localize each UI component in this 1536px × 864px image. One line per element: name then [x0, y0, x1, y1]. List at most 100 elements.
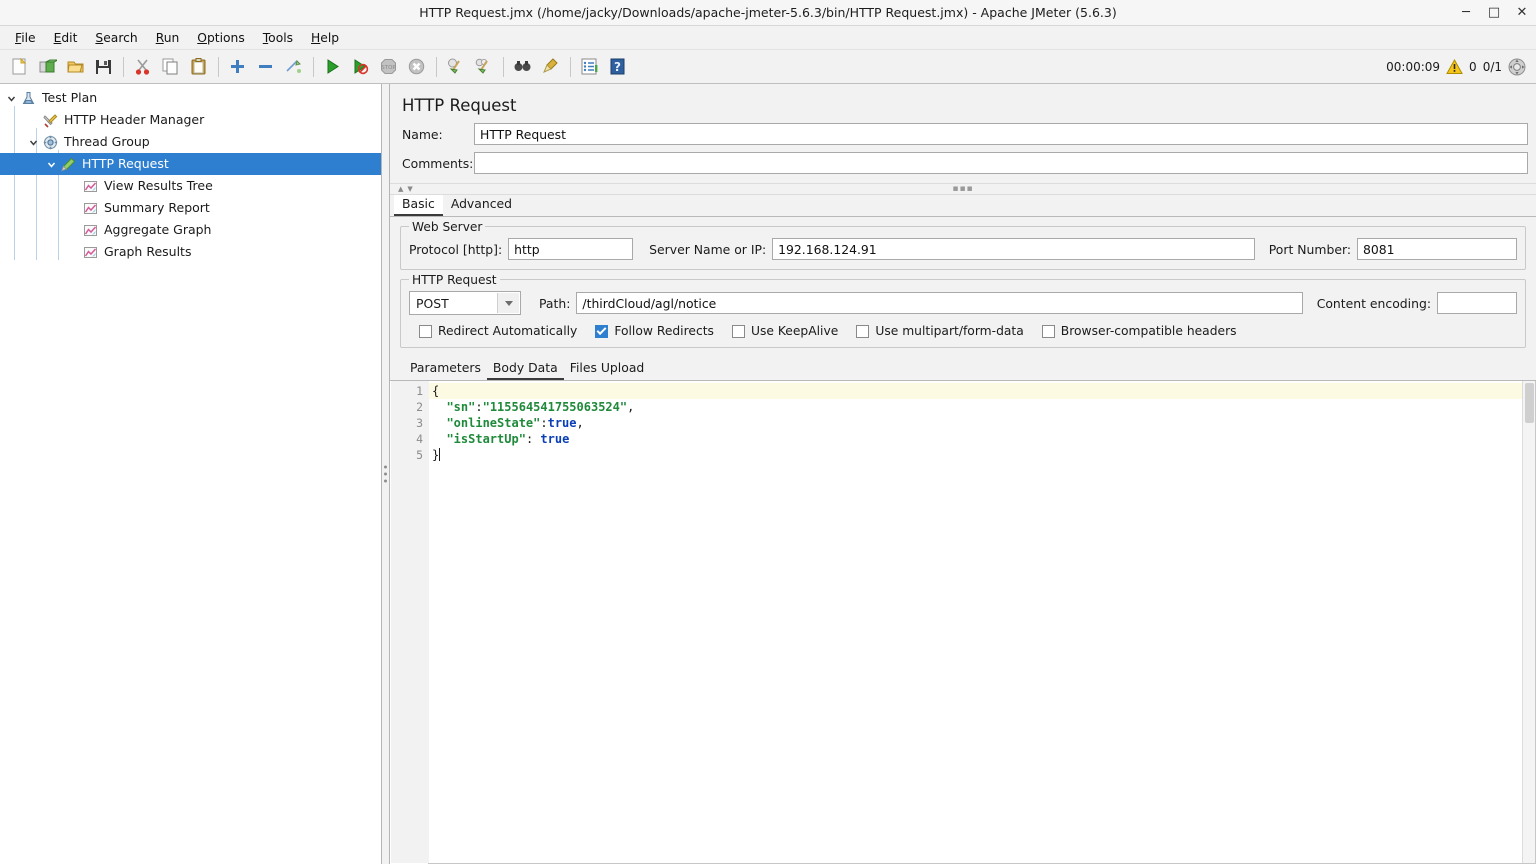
test-plan-icon — [18, 90, 38, 106]
toolbar: STOP ? 00:00:09 0 0/1 — [0, 50, 1536, 84]
menu-run[interactable]: Run — [147, 28, 189, 48]
editor-scrollbar[interactable] — [1522, 381, 1535, 863]
toolbar-separator — [436, 56, 437, 77]
minimize-icon[interactable]: ─ — [1452, 0, 1480, 26]
search-icon[interactable] — [509, 53, 536, 80]
tab-parameters[interactable]: Parameters — [404, 358, 487, 380]
tab-advanced[interactable]: Advanced — [443, 194, 520, 216]
tree-node-view-results-tree[interactable]: View Results Tree — [0, 175, 381, 197]
chevron-down-icon[interactable] — [4, 94, 18, 103]
chevron-down-icon[interactable] — [497, 293, 519, 313]
path-input[interactable] — [576, 292, 1303, 314]
start-no-pauses-icon[interactable] — [347, 53, 374, 80]
tab-basic[interactable]: Basic — [394, 194, 443, 216]
protocol-input[interactable] — [508, 238, 634, 260]
remote-engines-icon[interactable] — [1508, 58, 1526, 76]
code-line[interactable]: { — [429, 383, 1522, 399]
checkbox-box[interactable] — [1041, 324, 1055, 338]
start-icon[interactable] — [319, 53, 346, 80]
collapse-all-icon[interactable] — [252, 53, 279, 80]
comments-input[interactable] — [474, 152, 1528, 174]
elapsed-time: 00:00:09 — [1386, 59, 1441, 74]
tree-node-label: Aggregate Graph — [104, 221, 212, 237]
help-icon[interactable]: ? — [604, 53, 631, 80]
tab-files-upload[interactable]: Files Upload — [564, 358, 651, 380]
body-data-editor[interactable]: 12345 { "sn":"115564541755063524", "onli… — [391, 381, 1536, 864]
splitter-grip-icon[interactable] — [384, 465, 387, 483]
port-number-input[interactable] — [1357, 238, 1517, 260]
scrollbar-thumb[interactable] — [1524, 383, 1534, 423]
tree-node-test-plan[interactable]: Test Plan — [0, 87, 381, 109]
editor-code[interactable]: { "sn":"115564541755063524", "onlineStat… — [429, 381, 1522, 863]
content-encoding-input[interactable] — [1437, 292, 1517, 314]
new-icon[interactable] — [6, 53, 33, 80]
toolbar-separator — [313, 56, 314, 77]
close-icon[interactable]: ✕ — [1508, 0, 1536, 26]
tree-node-aggregate-graph[interactable]: Aggregate Graph — [0, 219, 381, 241]
use-keepalive-checkbox[interactable]: Use KeepAlive — [731, 324, 838, 338]
browser-compatible-headers-checkbox[interactable]: Browser-compatible headers — [1041, 324, 1237, 338]
warning-triangle-icon[interactable] — [1446, 58, 1463, 75]
collapse-up-icon[interactable]: ▲ — [398, 185, 403, 193]
tab-body-data[interactable]: Body Data — [486, 358, 564, 380]
menu-search[interactable]: Search — [86, 28, 146, 48]
divider-arrows[interactable]: ▲ ▼ — [390, 185, 413, 193]
body-tabs: Parameters Body Data Files Upload — [404, 358, 1536, 380]
follow-redirects-checkbox[interactable]: Follow Redirects — [595, 324, 714, 338]
checkbox-box[interactable] — [856, 324, 870, 338]
cut-icon[interactable] — [129, 53, 156, 80]
checkbox-box[interactable] — [595, 324, 609, 338]
test-plan-tree[interactable]: Test Plan HTTP Header Manager Thread Gro… — [0, 84, 382, 864]
code-line[interactable]: "sn":"115564541755063524", — [429, 399, 1522, 415]
tree-node-summary-report[interactable]: Summary Report — [0, 197, 381, 219]
listener-icon — [80, 244, 100, 260]
collapse-down-icon[interactable]: ▼ — [407, 185, 412, 193]
menu-file[interactable]: File — [6, 28, 45, 48]
maximize-icon[interactable]: □ — [1480, 0, 1508, 26]
menu-tools[interactable]: Tools — [254, 28, 302, 48]
stop-icon[interactable]: STOP — [375, 53, 402, 80]
menu-options[interactable]: Options — [188, 28, 253, 48]
menu-options-mnemonic: O — [197, 30, 207, 45]
code-line[interactable]: "onlineState":true, — [429, 415, 1522, 431]
toggle-icon[interactable] — [280, 53, 307, 80]
expand-all-icon[interactable] — [224, 53, 251, 80]
divider-grip-icon[interactable]: ▪▪▪ — [952, 184, 973, 194]
panel-divider[interactable]: ▲ ▼ ▪▪▪ — [390, 183, 1536, 195]
shutdown-icon[interactable] — [403, 53, 430, 80]
menu-edit-rest: dit — [61, 30, 78, 45]
menu-help[interactable]: Help — [302, 28, 348, 48]
save-icon[interactable] — [90, 53, 117, 80]
reset-search-icon[interactable] — [537, 53, 564, 80]
tree-node-thread-group[interactable]: Thread Group — [0, 131, 381, 153]
redirect-automatically-checkbox[interactable]: Redirect Automatically — [419, 324, 577, 338]
use-multipart-checkbox[interactable]: Use multipart/form-data — [856, 324, 1024, 338]
chevron-down-icon[interactable] — [26, 138, 40, 147]
copy-icon[interactable] — [157, 53, 184, 80]
templates-icon[interactable] — [34, 53, 61, 80]
server-name-label: Server Name or IP: — [649, 241, 767, 257]
code-token: } — [432, 448, 440, 462]
open-icon[interactable] — [62, 53, 89, 80]
menu-edit[interactable]: Edit — [45, 28, 87, 48]
clear-all-icon[interactable] — [470, 53, 497, 80]
menu-bar: File Edit Search Run Options Tools Help — [0, 26, 1536, 50]
checkbox-box[interactable] — [419, 324, 432, 338]
tree-node-http-request[interactable]: HTTP Request — [0, 153, 381, 175]
checkbox-label: Browser-compatible headers — [1060, 324, 1237, 338]
tree-node-http-header-manager[interactable]: HTTP Header Manager — [0, 109, 381, 131]
name-input[interactable] — [474, 123, 1528, 145]
code-token: : — [540, 416, 548, 430]
panel-splitter[interactable] — [382, 84, 390, 864]
line-number: 1 — [416, 384, 423, 398]
paste-icon[interactable] — [185, 53, 212, 80]
checkbox-box[interactable] — [731, 324, 745, 338]
chevron-down-icon[interactable] — [44, 160, 58, 169]
method-select[interactable]: POST — [409, 291, 521, 315]
code-line[interactable]: } — [429, 447, 1522, 463]
server-name-input[interactable] — [772, 238, 1255, 260]
tree-node-graph-results[interactable]: Graph Results — [0, 241, 381, 263]
clear-icon[interactable] — [442, 53, 469, 80]
function-helper-icon[interactable] — [576, 53, 603, 80]
code-line[interactable]: "isStartUp": true — [429, 431, 1522, 447]
